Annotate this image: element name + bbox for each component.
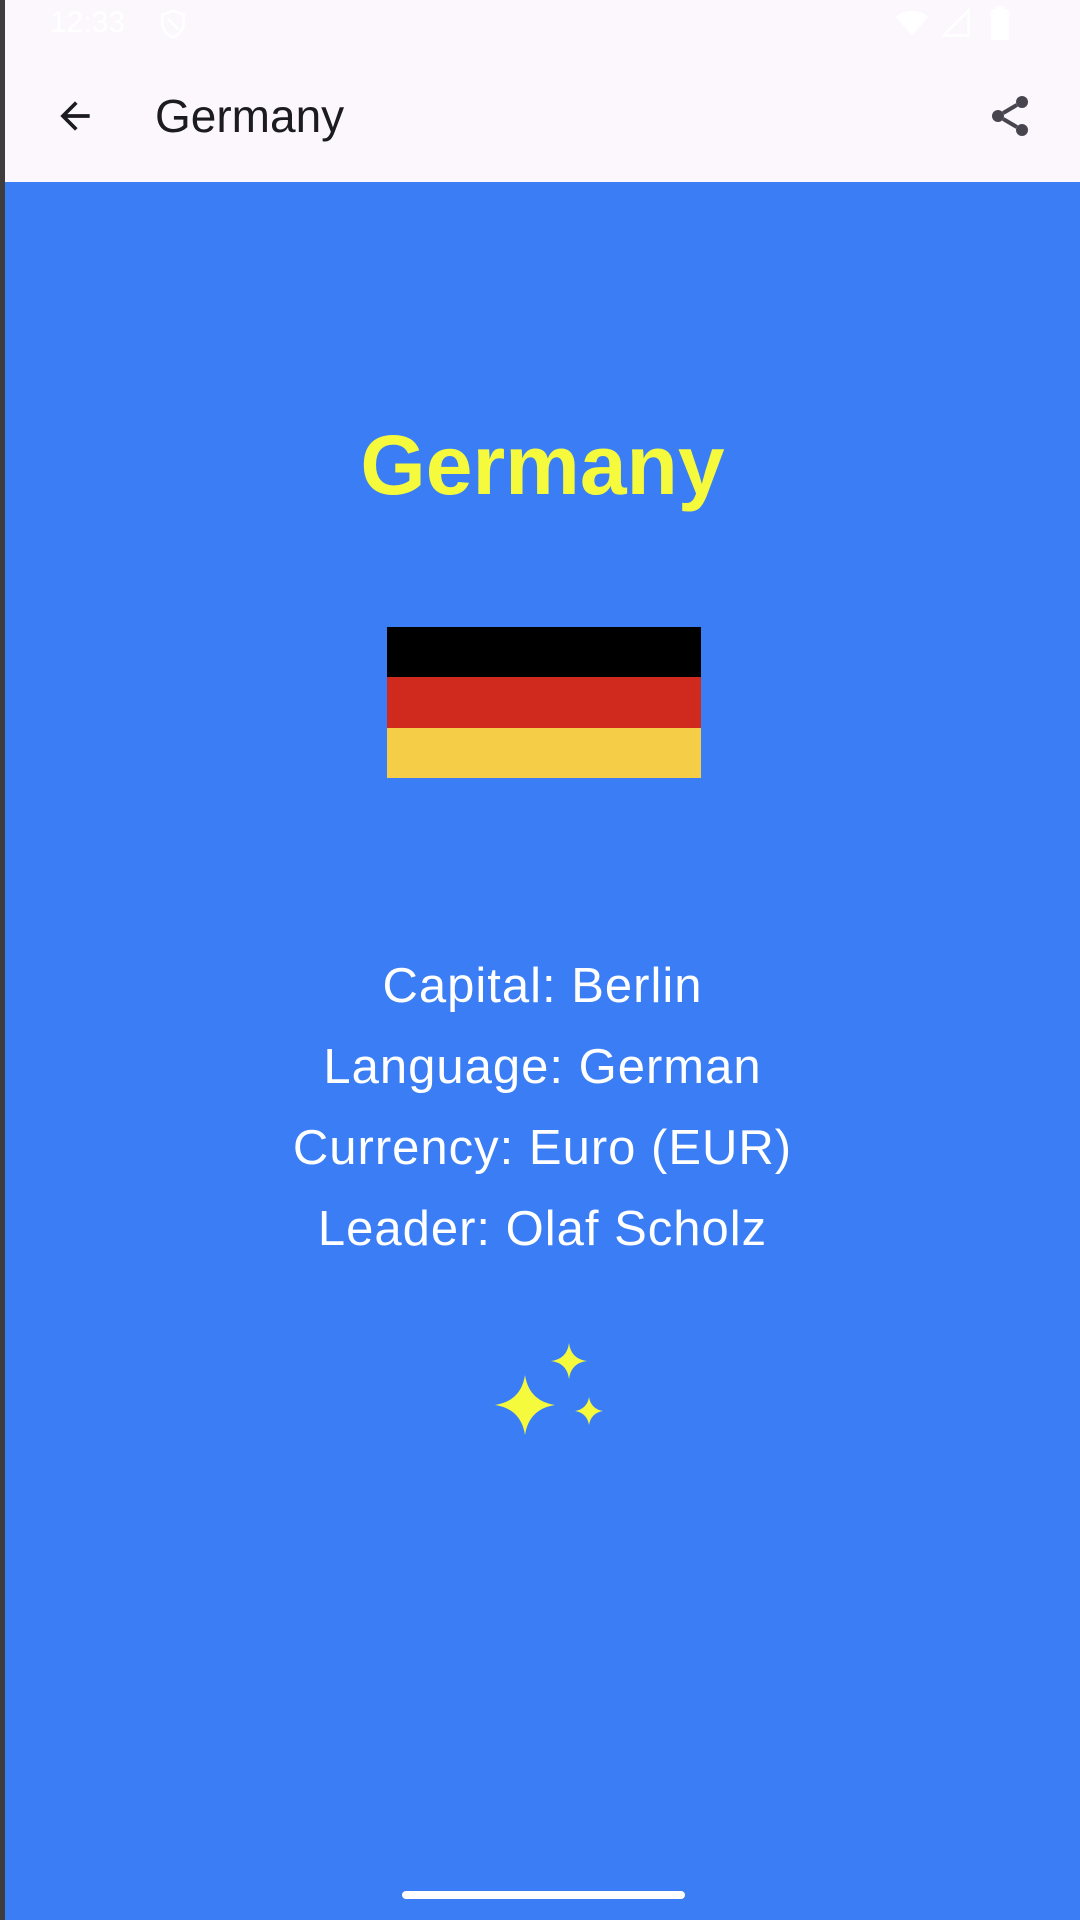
shield-icon <box>161 9 185 39</box>
back-button[interactable] <box>45 86 105 146</box>
country-facts: Capital: Berlin Language: German Currenc… <box>5 946 1080 1270</box>
home-indicator[interactable] <box>402 1891 685 1899</box>
currency-text: Currency: Euro (EUR) <box>292 1121 793 1175</box>
arrow-back-icon <box>60 101 90 131</box>
country-detail-screen: 12:33 Germany Germany Capital: Berlin La… <box>5 0 1080 1920</box>
capital-text: Capital: Berlin <box>382 959 703 1013</box>
app-bar-title: Germany <box>155 90 345 142</box>
signal-icon <box>940 8 970 37</box>
top-app-bar: Germany <box>5 48 1080 182</box>
wifi-icon <box>895 10 929 36</box>
battery-icon <box>990 6 1010 40</box>
sparkles-icon <box>495 1343 603 1435</box>
leader-text: Leader: Olaf Scholz <box>317 1202 768 1256</box>
flag-stripe-red <box>387 677 701 728</box>
status-bar: 12:33 <box>5 0 1080 48</box>
share-button[interactable] <box>980 86 1040 146</box>
language-text: Language: German <box>323 1040 762 1094</box>
flag-stripe-gold <box>387 727 701 778</box>
flag-stripe-black <box>387 627 701 678</box>
share-icon <box>992 96 1028 136</box>
germany-flag-image <box>387 627 701 778</box>
status-time: 12:33 <box>50 6 126 39</box>
country-name-heading: Germany <box>360 418 725 512</box>
